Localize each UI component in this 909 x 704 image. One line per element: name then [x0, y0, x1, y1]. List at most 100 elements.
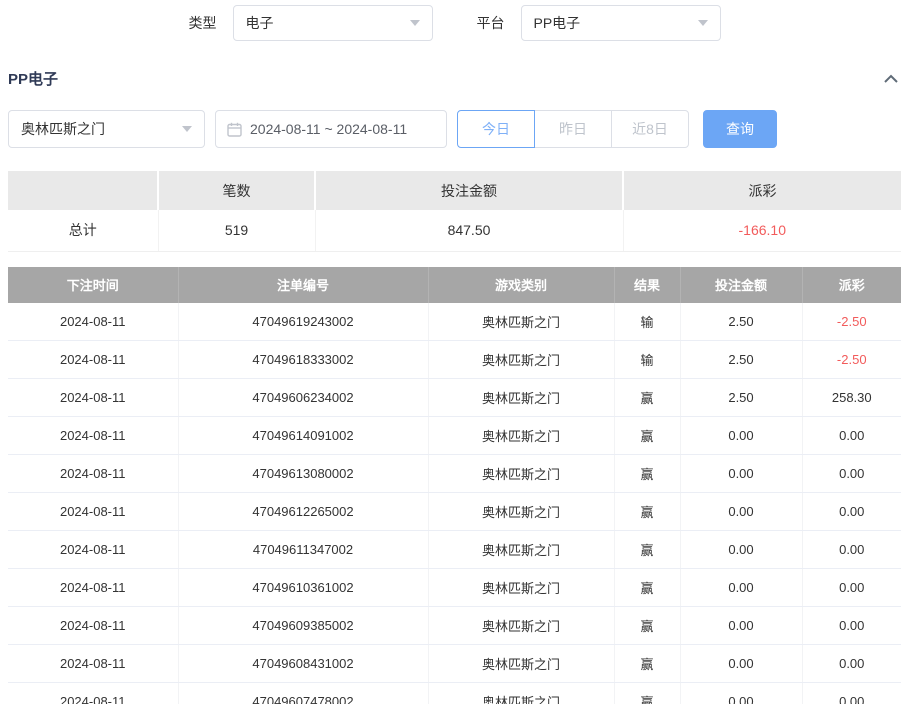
cell-result: 赢 [614, 569, 680, 607]
cell-result: 赢 [614, 607, 680, 645]
summary-header-bet-amount: 投注金额 [315, 171, 623, 210]
summary-header-payout: 派彩 [623, 171, 901, 210]
cell-result: 赢 [614, 379, 680, 417]
cell-game-category: 奥林匹斯之门 [428, 417, 614, 455]
cell-payout: -2.50 [802, 341, 901, 379]
chevron-down-icon [698, 20, 708, 26]
page: 类型 电子 平台 PP电子 PP电子 奥林匹斯之门 [0, 0, 909, 704]
top-filter-bar: 类型 电子 平台 PP电子 [0, 0, 909, 41]
cell-order-number: 47049606234002 [178, 379, 428, 417]
cell-order-number: 47049610361002 [178, 569, 428, 607]
last8days-button[interactable]: 近8日 [611, 110, 689, 148]
cell-bet-time: 2024-08-11 [8, 379, 178, 417]
cell-game-category: 奥林匹斯之门 [428, 303, 614, 341]
type-label: 类型 [189, 13, 217, 33]
table-row: 2024-08-1147049610361002奥林匹斯之门赢0.000.00 [8, 569, 901, 607]
cell-bet-amount: 0.00 [680, 569, 802, 607]
cell-order-number: 47049609385002 [178, 607, 428, 645]
records-table: 下注时间 注单编号 游戏类别 结果 投注金额 派彩 2024-08-114704… [8, 267, 901, 704]
game-select-value: 奥林匹斯之门 [21, 119, 105, 139]
cell-payout: 0.00 [802, 645, 901, 683]
chevron-up-icon[interactable] [881, 72, 901, 86]
cell-order-number: 47049607478002 [178, 683, 428, 704]
cell-bet-time: 2024-08-11 [8, 341, 178, 379]
summary-payout-value: -166.10 [623, 210, 901, 251]
cell-result: 赢 [614, 645, 680, 683]
cell-game-category: 奥林匹斯之门 [428, 341, 614, 379]
cell-payout: 0.00 [802, 531, 901, 569]
cell-game-category: 奥林匹斯之门 [428, 645, 614, 683]
cell-payout: 0.00 [802, 417, 901, 455]
header-bet-time: 下注时间 [8, 267, 178, 303]
cell-bet-time: 2024-08-11 [8, 683, 178, 704]
cell-result: 赢 [614, 683, 680, 704]
cell-bet-amount: 0.00 [680, 417, 802, 455]
platform-select[interactable]: PP电子 [521, 5, 721, 41]
cell-game-category: 奥林匹斯之门 [428, 569, 614, 607]
type-select-value: 电子 [246, 13, 274, 33]
date-range-value: 2024-08-11 ~ 2024-08-11 [250, 121, 407, 137]
calendar-icon [227, 122, 242, 137]
cell-order-number: 47049612265002 [178, 493, 428, 531]
cell-result: 赢 [614, 531, 680, 569]
table-row: 2024-08-1147049618333002奥林匹斯之门输2.50-2.50 [8, 341, 901, 379]
section-title: PP电子 [8, 68, 58, 89]
type-select[interactable]: 电子 [233, 5, 433, 41]
table-row: 2024-08-1147049614091002奥林匹斯之门赢0.000.00 [8, 417, 901, 455]
table-row: 2024-08-1147049611347002奥林匹斯之门赢0.000.00 [8, 531, 901, 569]
header-payout: 派彩 [802, 267, 901, 303]
cell-payout: 0.00 [802, 607, 901, 645]
cell-payout: 0.00 [802, 493, 901, 531]
cell-bet-amount: 2.50 [680, 379, 802, 417]
cell-result: 赢 [614, 455, 680, 493]
cell-bet-time: 2024-08-11 [8, 493, 178, 531]
summary-header-row: 笔数 投注金额 派彩 [8, 171, 901, 210]
records-table-body: 2024-08-1147049619243002奥林匹斯之门输2.50-2.50… [8, 303, 901, 704]
cell-bet-time: 2024-08-11 [8, 455, 178, 493]
summary-header-count: 笔数 [158, 171, 315, 210]
cell-order-number: 47049614091002 [178, 417, 428, 455]
game-select[interactable]: 奥林匹斯之门 [8, 110, 205, 148]
cell-bet-amount: 2.50 [680, 303, 802, 341]
platform-label: 平台 [477, 13, 505, 33]
chevron-down-icon [182, 126, 192, 132]
summary-count-value: 519 [158, 210, 315, 251]
table-row: 2024-08-1147049619243002奥林匹斯之门输2.50-2.50 [8, 303, 901, 341]
cell-result: 输 [614, 341, 680, 379]
table-row: 2024-08-1147049612265002奥林匹斯之门赢0.000.00 [8, 493, 901, 531]
cell-result: 赢 [614, 417, 680, 455]
cell-game-category: 奥林匹斯之门 [428, 455, 614, 493]
cell-payout: 0.00 [802, 683, 901, 704]
table-row: 2024-08-1147049606234002奥林匹斯之门赢2.50258.3… [8, 379, 901, 417]
table-row: 2024-08-1147049609385002奥林匹斯之门赢0.000.00 [8, 607, 901, 645]
chevron-down-icon [410, 20, 420, 26]
yesterday-button[interactable]: 昨日 [534, 110, 612, 148]
cell-game-category: 奥林匹斯之门 [428, 531, 614, 569]
cell-bet-time: 2024-08-11 [8, 417, 178, 455]
cell-bet-amount: 0.00 [680, 455, 802, 493]
cell-order-number: 47049611347002 [178, 531, 428, 569]
cell-game-category: 奥林匹斯之门 [428, 607, 614, 645]
today-button[interactable]: 今日 [457, 110, 535, 148]
cell-game-category: 奥林匹斯之门 [428, 379, 614, 417]
cell-bet-time: 2024-08-11 [8, 303, 178, 341]
header-game-category: 游戏类别 [428, 267, 614, 303]
cell-game-category: 奥林匹斯之门 [428, 683, 614, 704]
table-row: 2024-08-1147049613080002奥林匹斯之门赢0.000.00 [8, 455, 901, 493]
cell-bet-time: 2024-08-11 [8, 645, 178, 683]
cell-bet-amount: 0.00 [680, 493, 802, 531]
summary-table: 笔数 投注金额 派彩 总计 519 847.50 -166.10 [8, 171, 901, 252]
cell-game-category: 奥林匹斯之门 [428, 493, 614, 531]
summary-total-row: 总计 519 847.50 -166.10 [8, 210, 901, 251]
query-button[interactable]: 查询 [703, 110, 777, 148]
cell-result: 赢 [614, 493, 680, 531]
cell-order-number: 47049608431002 [178, 645, 428, 683]
date-range-picker[interactable]: 2024-08-11 ~ 2024-08-11 [215, 110, 447, 148]
cell-bet-amount: 0.00 [680, 683, 802, 704]
cell-bet-time: 2024-08-11 [8, 569, 178, 607]
cell-bet-time: 2024-08-11 [8, 607, 178, 645]
table-row: 2024-08-1147049607478002奥林匹斯之门赢0.000.00 [8, 683, 901, 704]
cell-order-number: 47049613080002 [178, 455, 428, 493]
header-result: 结果 [614, 267, 680, 303]
cell-bet-time: 2024-08-11 [8, 531, 178, 569]
